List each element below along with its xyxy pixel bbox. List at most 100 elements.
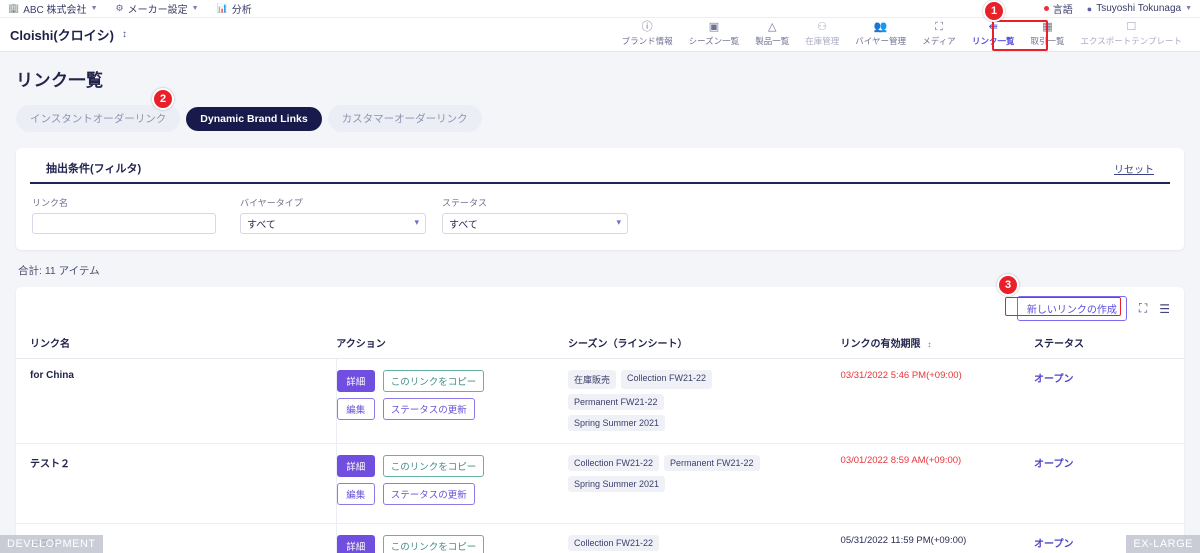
sort-arrows-icon[interactable]: ↕ [927, 340, 931, 349]
cell-actions: 詳細 このリンクをコピー 編集 ステータスの更新 [336, 443, 568, 524]
detail-button[interactable]: 詳細 [336, 535, 375, 553]
detail-button[interactable]: 詳細 [336, 370, 375, 392]
gear-icon: ⚙ [115, 3, 124, 13]
copy-link-button[interactable]: このリンクをコピー [382, 455, 485, 477]
maker-settings-menu[interactable]: ⚙ メーカー設定 ▼ [116, 1, 199, 16]
annotation-badge-3: 3 [997, 274, 1019, 296]
status-badge: オープン [1034, 539, 1074, 550]
language-label: 言語 [1052, 5, 1073, 16]
season-tag: Collection FW21-22 [620, 370, 712, 389]
tab-instant-order-link[interactable]: インスタントオーダーリンク [16, 105, 181, 132]
nav-label: ブランド情報 [621, 36, 673, 46]
links-table: リンク名 アクション シーズン（ラインシート） リンクの有効期限 ↕ ステータス… [16, 329, 1184, 553]
season-tag: Permanent FW21-22 [663, 455, 760, 471]
share-icon: ⇚ [988, 21, 998, 33]
chevron-down-icon: ▼ [191, 5, 199, 12]
table-row: for China 詳細 このリンクをコピー 編集 ステータスの更新 在庫販売 … [16, 358, 1184, 444]
expand-icon[interactable]: ⛶ [1139, 301, 1147, 316]
chevron-down-icon: ▾ [414, 217, 419, 227]
cell-actions: 詳細 このリンクをコピー 編集 ステータスの更新 [336, 358, 568, 444]
action-row-primary: 詳細 このリンクをコピー [336, 535, 568, 553]
season-tag: 在庫販売 [567, 370, 616, 389]
cell-actions: 詳細 このリンクをコピー 編集 ステータスの更新 [336, 523, 568, 553]
nav-item-season-list[interactable]: ▣ シーズン一覧 [681, 22, 748, 47]
annotation-badge-1: 1 [983, 0, 1005, 22]
header-link-name: リンク名 [16, 329, 337, 359]
season-tag: Permanent FW21-22 [567, 394, 664, 410]
nav-label: リンク一覧 [971, 36, 1015, 46]
nav-item-brand-info[interactable]: ⓘ ブランド情報 [614, 22, 681, 47]
main-nav-bar: Cloishi(クロイシ) ↕ ⓘ ブランド情報 ▣ シーズン一覧 △ 製品一覧… [0, 18, 1200, 52]
header-status: ステータス [1034, 329, 1184, 359]
expiry-value: 03/01/2022 8:59 AM(+09:00) [840, 455, 962, 466]
cell-seasons: Collection FW21-22 [567, 523, 841, 553]
header-season: シーズン（ラインシート） [567, 329, 841, 359]
brand-switcher[interactable]: Cloishi(クロイシ) ↕ [10, 25, 127, 44]
nav-item-link-list[interactable]: ⇚ リンク一覧 [964, 22, 1023, 47]
brand-name: Cloishi(クロイシ) [10, 28, 114, 43]
export-icon: ☐ [1126, 21, 1137, 33]
buyer-type-select-wrap: すべて ▾ [240, 213, 426, 234]
status-label: ステータス [442, 198, 488, 208]
company-menu[interactable]: 🏢 ABC 株式会社 ▼ [8, 1, 98, 16]
header-expiry-label: リンクの有効期限 [840, 339, 921, 350]
nav-item-buyer-management[interactable]: 👥 バイヤー管理 [847, 22, 914, 47]
header-expiry[interactable]: リンクの有効期限 ↕ [840, 329, 1035, 359]
update-status-button[interactable]: ステータスの更新 [382, 483, 475, 505]
environment-badge-size: EX-LARGE [1126, 535, 1200, 553]
action-row-secondary: 編集 ステータスの更新 [336, 483, 568, 505]
update-status-button[interactable]: ステータスの更新 [382, 398, 475, 420]
nav-item-inventory[interactable]: ⚇ 在庫管理 [797, 22, 847, 47]
language-menu[interactable]: 言語 [1043, 1, 1073, 16]
analytics-label: 分析 [231, 5, 252, 16]
grid-icon: ▣ [708, 21, 720, 33]
nav-item-media[interactable]: ⛶ メディア [914, 22, 964, 47]
nav-label: 在庫管理 [805, 36, 840, 46]
edit-button[interactable]: 編集 [336, 483, 375, 505]
list-view-icon[interactable]: ☰ [1159, 302, 1170, 316]
cell-expiry: 05/31/2022 11:59 PM(+09:00) [840, 523, 1035, 553]
filter-header: 抽出条件(フィルタ) リセット [30, 148, 1170, 184]
tab-customer-order-link[interactable]: カスタマーオーダーリンク [327, 105, 482, 132]
transactions-icon: ▦ [1042, 21, 1053, 33]
copy-link-button[interactable]: このリンクをコピー [382, 535, 485, 553]
detail-button[interactable]: 詳細 [336, 455, 375, 477]
season-tag: Collection FW21-22 [567, 535, 659, 551]
table-header-row: リンク名 アクション シーズン（ラインシート） リンクの有効期限 ↕ ステータス [16, 329, 1184, 359]
buyer-type-select[interactable]: すべて [240, 213, 426, 234]
analytics-menu[interactable]: 📊 分析 [217, 1, 252, 16]
links-table-card: 新しいリンクの作成 ⛶ ☰ リンク名 アクション シーズン（ラインシート） リン… [16, 287, 1184, 553]
create-new-link-button[interactable]: 新しいリンクの作成 [1016, 296, 1127, 321]
link-name-input[interactable] [32, 213, 216, 234]
edit-button[interactable]: 編集 [336, 398, 375, 420]
link-name-label: リンク名 [32, 198, 69, 208]
table-row: テスト２ 詳細 このリンクをコピー 編集 ステータスの更新 Collection… [16, 443, 1184, 524]
cell-expiry: 03/31/2022 5:46 PM(+09:00) [840, 358, 1035, 444]
tab-dynamic-brand-links[interactable]: Dynamic Brand Links [186, 106, 322, 131]
cell-status: オープン [1034, 443, 1184, 524]
season-tag: Collection FW21-22 [567, 455, 659, 471]
status-select[interactable]: すべて [442, 213, 628, 234]
field-status: ステータス すべて ▾ [442, 196, 628, 234]
nav-label: メディア [922, 36, 956, 46]
updown-chevron-icon: ↕ [122, 28, 127, 40]
nav-label: 製品一覧 [755, 36, 790, 46]
nav-item-export-template[interactable]: ☐ エクスポートテンプレート [1073, 22, 1191, 47]
nav-items: ⓘ ブランド情報 ▣ シーズン一覧 △ 製品一覧 ⚇ 在庫管理 👥 バイヤー管理… [614, 22, 1190, 47]
season-tags: Collection FW21-22 [567, 535, 763, 551]
table-row: テスト 詳細 このリンクをコピー 編集 ステータスの更新 [16, 523, 1184, 553]
people-icon: 👥 [873, 21, 888, 33]
nav-label: シーズン一覧 [688, 36, 740, 46]
info-icon: ⓘ [641, 21, 653, 33]
maker-settings-label: メーカー設定 [127, 5, 188, 16]
chevron-down-icon: ▾ [616, 217, 621, 227]
annotation-badge-2: 2 [152, 88, 174, 110]
reset-filters-link[interactable]: リセット [1114, 161, 1154, 176]
user-menu[interactable]: ● Tsuyoshi Tokunaga ▼ [1087, 3, 1192, 14]
nav-item-product-list[interactable]: △ 製品一覧 [747, 22, 797, 47]
cell-link-name: テスト２ [16, 443, 337, 524]
table-head: リンク名 アクション シーズン（ラインシート） リンクの有効期限 ↕ ステータス [16, 329, 1184, 359]
season-tag: Spring Summer 2021 [567, 476, 665, 492]
nav-item-transactions[interactable]: ▦ 取引一覧 [1022, 22, 1072, 47]
copy-link-button[interactable]: このリンクをコピー [382, 370, 485, 392]
